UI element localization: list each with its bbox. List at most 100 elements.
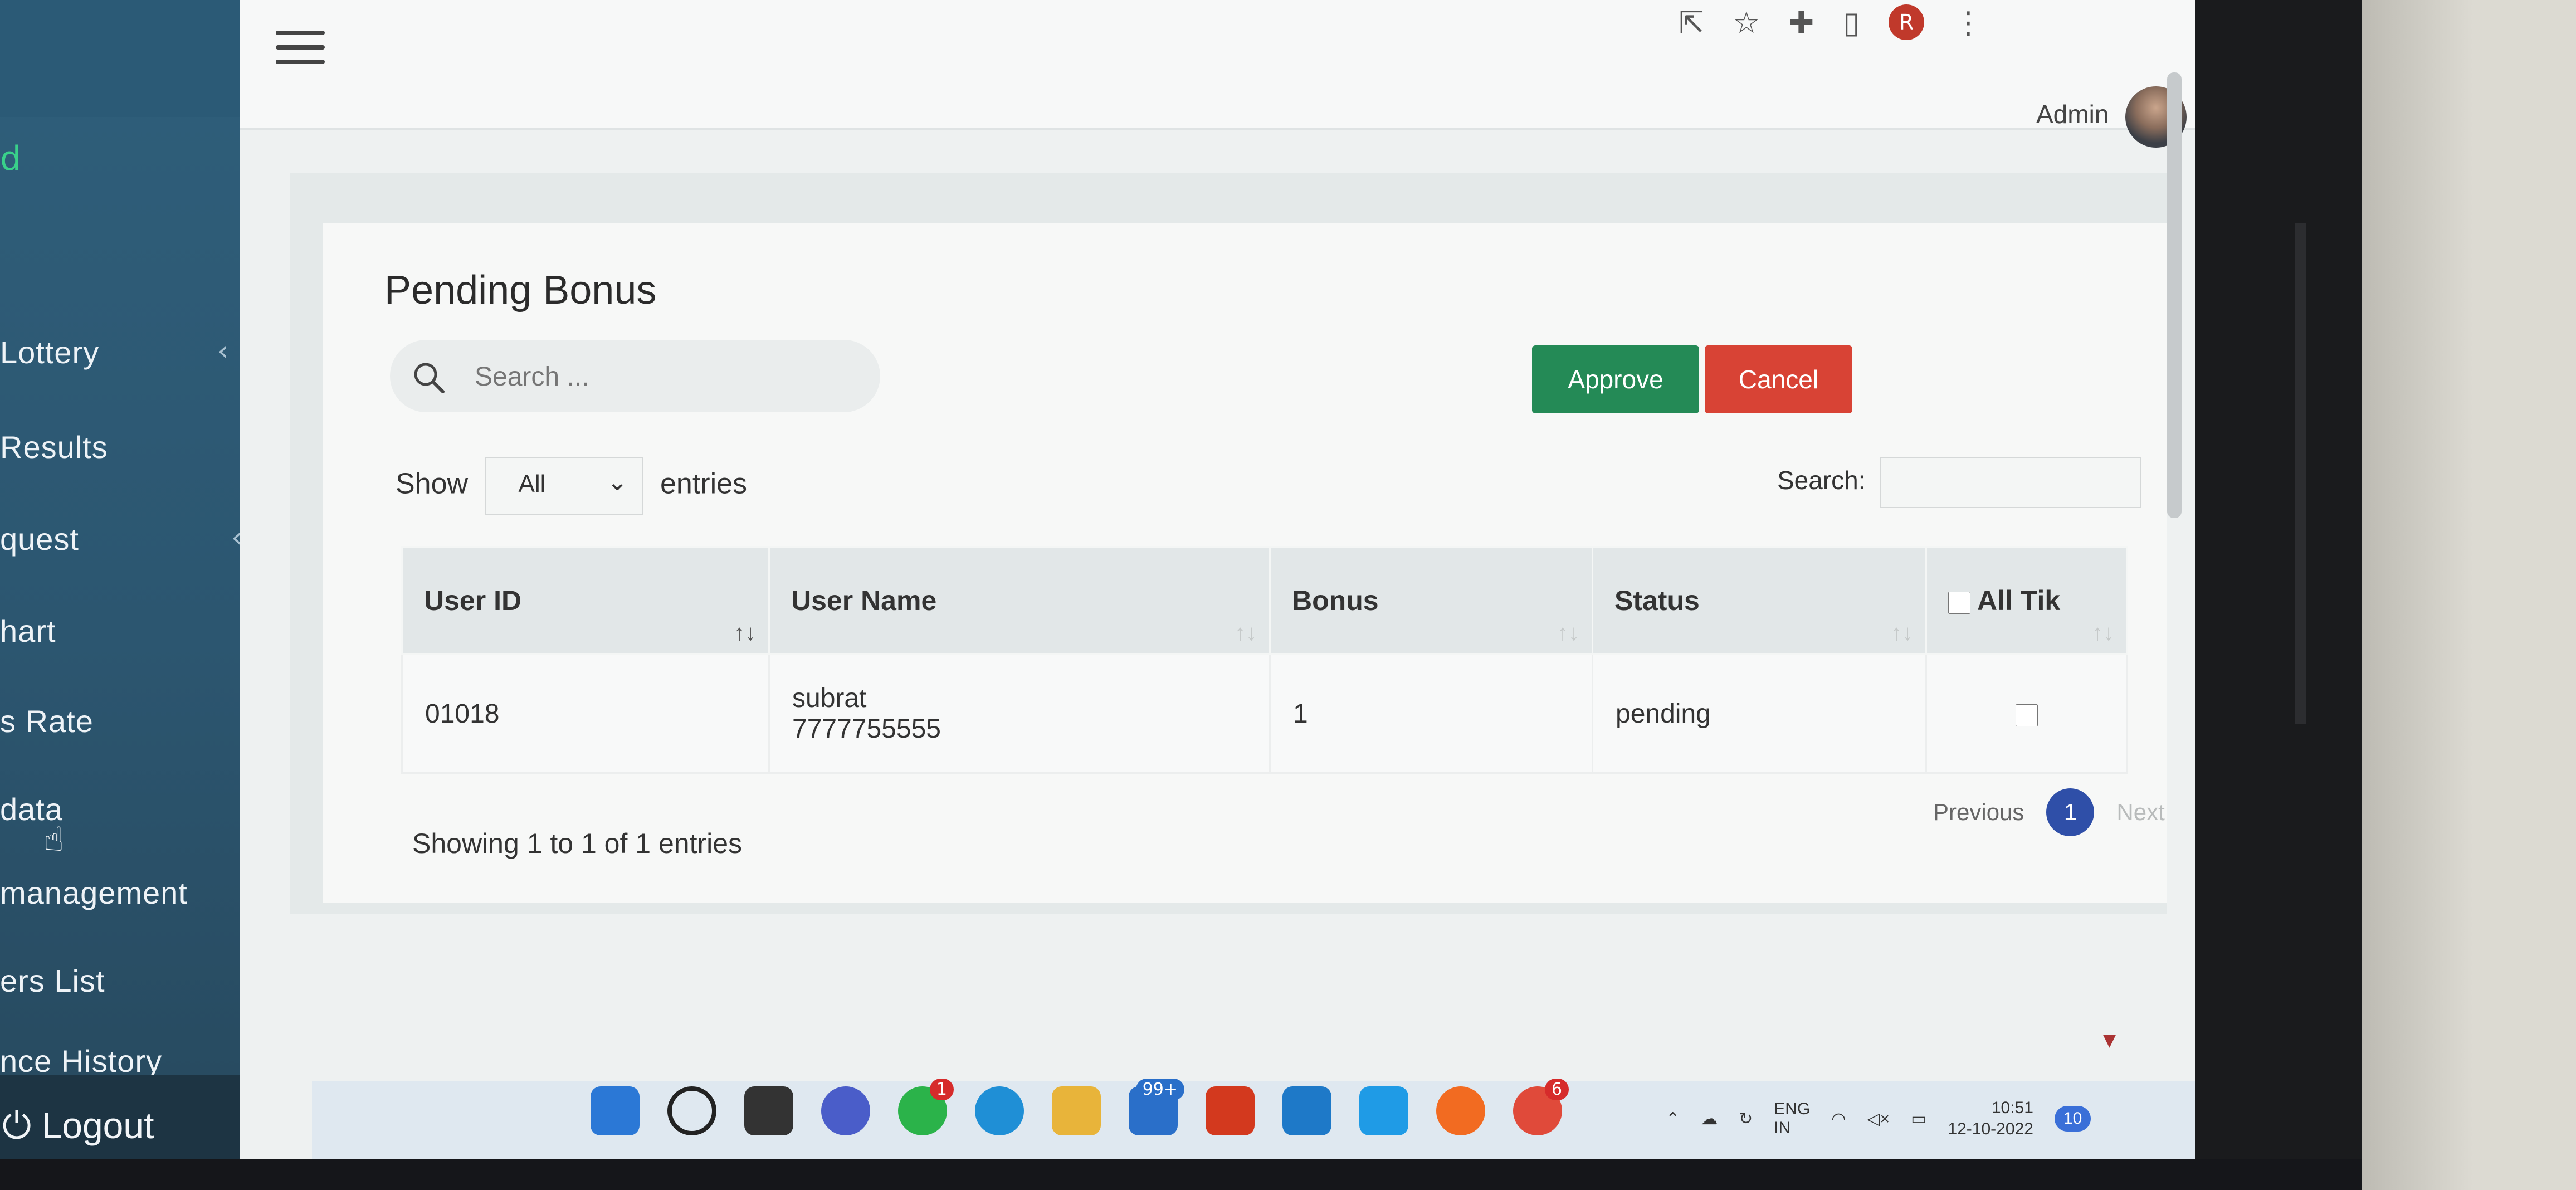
monitor-bezel-bottom bbox=[0, 1159, 2362, 1190]
logout-label: Logout bbox=[41, 1105, 154, 1146]
bonus-table: User ID ↑↓ User Name ↑↓ Bonus ↑↓ Status ↑↓ A… bbox=[401, 546, 2128, 774]
admin-label: Admin bbox=[2036, 100, 2109, 129]
hamburger-icon[interactable] bbox=[276, 31, 325, 64]
sidebar-icon[interactable]: ▯ bbox=[1843, 5, 1860, 40]
table-search-label: Search: bbox=[1777, 466, 1866, 495]
monitor-bezel-right bbox=[2195, 0, 2362, 1190]
office-icon[interactable] bbox=[1206, 1086, 1255, 1135]
sort-icon: ↑↓ bbox=[734, 621, 756, 645]
sync-icon[interactable]: ↻ bbox=[1739, 1109, 1753, 1129]
sidebar-item-balance-history[interactable]: nce History bbox=[0, 1043, 162, 1079]
sidebar-item-results[interactable]: Results bbox=[0, 429, 108, 465]
user-name: subrat bbox=[792, 684, 867, 713]
whatsapp-icon[interactable]: 1 bbox=[898, 1079, 954, 1135]
vscode-icon[interactable] bbox=[1282, 1086, 1331, 1135]
cancel-button[interactable]: Cancel bbox=[1705, 345, 1852, 413]
chrome-badge: 6 bbox=[1544, 1079, 1569, 1100]
sidebar-item-lottery[interactable]: Lottery bbox=[0, 334, 99, 370]
sort-icon: ↑↓ bbox=[1235, 621, 1257, 645]
sort-icon: ↑↓ bbox=[1557, 621, 1579, 645]
volume-icon[interactable]: ◁× bbox=[1867, 1109, 1890, 1129]
monitor-edge bbox=[2295, 223, 2306, 724]
cell-select bbox=[1925, 653, 2128, 774]
sidebar-item-users-list[interactable]: ers List bbox=[0, 963, 105, 999]
table-row: 01018 subrat 7777755555 1 pending bbox=[401, 653, 2128, 774]
row-checkbox[interactable] bbox=[2016, 704, 2038, 726]
sort-icon: ↑↓ bbox=[2092, 621, 2114, 645]
column-status[interactable]: Status ↑↓ bbox=[1592, 546, 1927, 655]
wifi-icon[interactable]: ◠ bbox=[1831, 1109, 1846, 1129]
entries-label: entries bbox=[660, 467, 748, 500]
column-bonus[interactable]: Bonus ↑↓ bbox=[1269, 546, 1593, 655]
battery-icon[interactable]: ▭ bbox=[1911, 1109, 1926, 1129]
sidebar-item-chart[interactable]: hart bbox=[0, 613, 56, 649]
entries-select[interactable]: All ⌄ bbox=[485, 457, 643, 515]
onedrive-icon[interactable]: ☁ bbox=[1701, 1109, 1718, 1129]
profile-icon[interactable]: R bbox=[1889, 4, 1924, 40]
cell-status: pending bbox=[1592, 653, 1927, 774]
column-user-id[interactable]: User ID ↑↓ bbox=[401, 546, 770, 655]
pagination-page-1[interactable]: 1 bbox=[2046, 788, 2095, 836]
firefox-icon[interactable] bbox=[1436, 1086, 1485, 1135]
scroll-down-arrow-icon[interactable]: ▼ bbox=[2103, 1031, 2116, 1050]
chevron-down-icon: ⌄ bbox=[607, 469, 628, 496]
pagination: Previous 1 Next bbox=[1933, 788, 2165, 836]
mail-icon[interactable]: 99+ bbox=[1129, 1079, 1184, 1135]
page-scrollbar[interactable] bbox=[2167, 72, 2182, 518]
column-all-tick: All Tik ↑↓ bbox=[1925, 546, 2128, 655]
search-box[interactable] bbox=[390, 340, 880, 412]
sidebar-item-rate[interactable]: s Rate bbox=[0, 703, 94, 739]
user-phone: 7777755555 bbox=[792, 714, 941, 744]
sidebar: d Lottery ‹ Results quest ‹ hart s Rate … bbox=[0, 0, 271, 1159]
table-search: Search: bbox=[1777, 457, 2141, 508]
page-title: Pending Bonus bbox=[384, 268, 657, 313]
table-search-input[interactable] bbox=[1880, 457, 2141, 508]
cell-bonus: 1 bbox=[1269, 653, 1593, 774]
more-icon[interactable]: ⋮ bbox=[1953, 5, 1983, 40]
taskview-icon[interactable] bbox=[744, 1086, 793, 1135]
chevron-up-icon[interactable]: ⌃ bbox=[1666, 1109, 1680, 1129]
language-indicator[interactable]: ENG IN bbox=[1774, 1100, 1810, 1138]
power-icon: ⏻ bbox=[2, 1105, 32, 1146]
wall-shadow bbox=[2362, 0, 2473, 1190]
approve-button[interactable]: Approve bbox=[1532, 345, 1699, 413]
all-tick-label: All Tik bbox=[1977, 585, 2061, 616]
search-input[interactable] bbox=[474, 357, 866, 397]
mouse-cursor-icon: ☝ bbox=[43, 820, 64, 859]
table-header-row: User ID ↑↓ User Name ↑↓ Bonus ↑↓ Status ↑↓ A… bbox=[401, 546, 2128, 655]
skype-icon[interactable] bbox=[1359, 1086, 1408, 1135]
top-navbar: ⇱ ☆ ✚ ▯ R ⋮ Admin bbox=[240, 0, 2195, 148]
main-app: ⇱ ☆ ✚ ▯ R ⋮ Admin Pending Bonus Approve … bbox=[240, 0, 2195, 1159]
search-icon[interactable] bbox=[667, 1086, 716, 1135]
chrome-icon[interactable]: 6 bbox=[1513, 1079, 1569, 1135]
chat-icon[interactable] bbox=[821, 1086, 870, 1135]
star-icon[interactable]: ☆ bbox=[1733, 5, 1760, 40]
clock[interactable]: 10:51 12-10-2022 bbox=[1948, 1098, 2033, 1140]
sidebar-brand bbox=[0, 0, 256, 117]
edge-icon[interactable] bbox=[975, 1086, 1024, 1135]
share-icon[interactable]: ⇱ bbox=[1679, 5, 1704, 40]
pagination-next[interactable]: Next bbox=[2116, 799, 2164, 826]
cell-user-id: 01018 bbox=[401, 653, 770, 774]
notification-badge[interactable]: 10 bbox=[2054, 1106, 2091, 1132]
mail-badge: 99+ bbox=[1135, 1079, 1184, 1100]
system-tray: ⌃ ☁ ↻ ENG IN ◠ ◁× ▭ 10:51 12-10-2022 10 bbox=[1666, 1098, 2091, 1140]
browser-toolbar: ⇱ ☆ ✚ ▯ R ⋮ bbox=[1679, 0, 1983, 45]
whatsapp-badge: 1 bbox=[929, 1079, 954, 1100]
content-area: Pending Bonus Approve Cancel Show All ⌄ … bbox=[290, 173, 2167, 914]
entries-value: All bbox=[518, 470, 546, 498]
table-info: Showing 1 to 1 of 1 entries bbox=[412, 828, 743, 859]
column-user-name[interactable]: User Name ↑↓ bbox=[768, 546, 1271, 655]
chevron-left-icon[interactable]: ‹ bbox=[217, 334, 229, 368]
sidebar-active-indicator: d bbox=[0, 139, 22, 178]
sidebar-item-request[interactable]: quest bbox=[0, 521, 79, 557]
sort-icon: ↑↓ bbox=[1891, 621, 1913, 645]
windows-icon[interactable] bbox=[591, 1086, 640, 1135]
select-all-checkbox[interactable] bbox=[1948, 591, 1970, 614]
entries-length-control: Show All ⌄ entries bbox=[396, 457, 747, 515]
sidebar-item-management[interactable]: management bbox=[0, 875, 188, 911]
show-label: Show bbox=[396, 467, 469, 500]
pagination-previous[interactable]: Previous bbox=[1933, 799, 2024, 826]
folder-icon[interactable] bbox=[1052, 1086, 1101, 1135]
extensions-icon[interactable]: ✚ bbox=[1789, 5, 1814, 40]
